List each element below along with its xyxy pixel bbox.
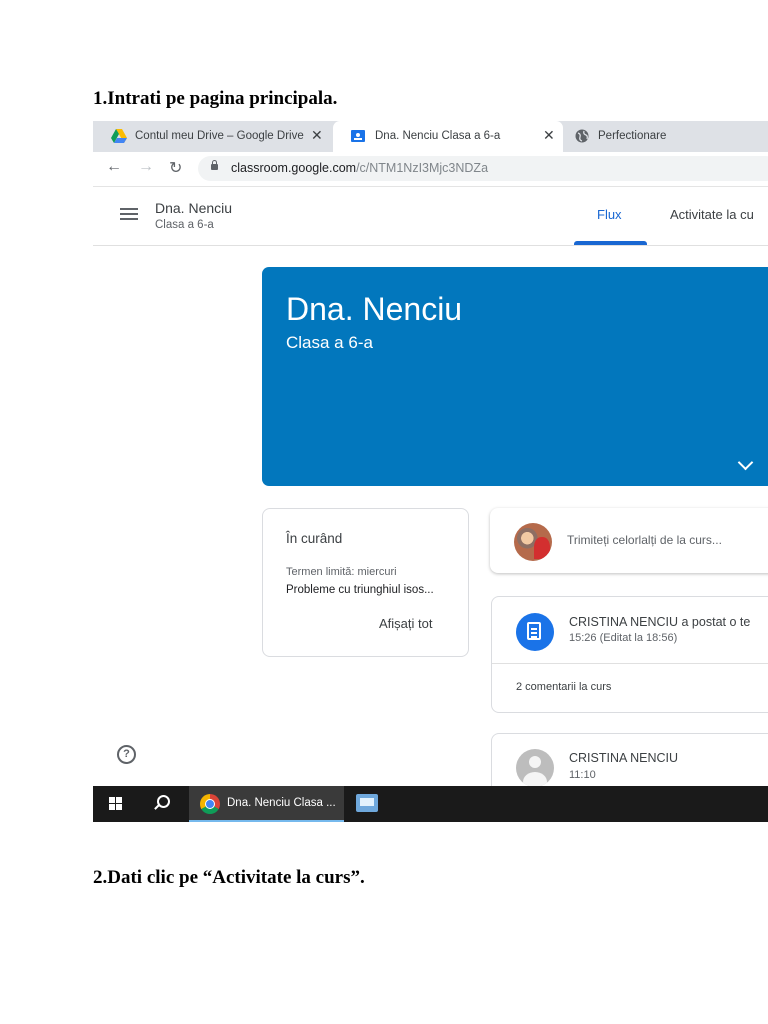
menu-icon[interactable] xyxy=(120,208,138,220)
step-1-heading: 1.Intrati pe pagina principala. xyxy=(93,88,338,109)
forward-arrow-icon[interactable]: → xyxy=(138,158,154,176)
search-icon[interactable] xyxy=(157,795,170,808)
windows-taskbar: Dna. Nenciu Clasa ... xyxy=(93,786,768,822)
globe-icon xyxy=(575,129,589,143)
browser-tab-strip: Contul meu Drive – Google Drive ✕ Dna. N… xyxy=(93,121,768,152)
banner-subtitle: Clasa a 6-a xyxy=(286,333,373,352)
share-box[interactable]: Trimiteți celorlalți de la curs... xyxy=(490,508,768,573)
tab-perfectionare[interactable]: Perfectionare xyxy=(563,121,768,152)
windows-start-icon[interactable] xyxy=(109,797,123,811)
avatar xyxy=(516,749,554,787)
upcoming-item[interactable]: Probleme cu triunghiul isos... xyxy=(286,584,434,596)
upcoming-card: În curând Termen limită: miercuri Proble… xyxy=(262,508,469,657)
tab-label: Dna. Nenciu Clasa a 6-a xyxy=(375,130,501,142)
upcoming-title: În curând xyxy=(286,531,343,546)
close-tab-icon[interactable]: ✕ xyxy=(543,127,555,144)
url-text: classroom.google.com/c/NTM1NzI3Mjc3NDZa xyxy=(231,161,489,175)
address-bar: ← → ↻ classroom.google.com/c/NTM1NzI3Mjc… xyxy=(93,152,768,187)
banner-title: Dna. Nenciu xyxy=(286,291,463,327)
tab-label: Contul meu Drive – Google Drive xyxy=(135,130,304,142)
class-title[interactable]: Dna. Nenciu xyxy=(155,200,232,216)
active-tab-indicator xyxy=(574,241,647,245)
taskbar-app-label: Dna. Nenciu Clasa ... xyxy=(227,797,336,809)
post-title[interactable]: CRISTINA NENCIU a postat o te xyxy=(569,615,750,629)
tab-activitate-la-curs[interactable]: Activitate la cu xyxy=(670,207,754,222)
post-comments-link[interactable]: 2 comentarii la curs xyxy=(516,681,611,693)
taskbar-chrome-app[interactable]: Dna. Nenciu Clasa ... xyxy=(189,786,344,822)
lock-icon xyxy=(211,160,218,170)
back-arrow-icon[interactable]: ← xyxy=(106,158,122,176)
remote-desktop-icon[interactable] xyxy=(356,794,378,812)
upcoming-due: Termen limită: miercuri xyxy=(286,566,397,578)
avatar xyxy=(514,523,552,561)
tab-google-drive[interactable]: Contul meu Drive – Google Drive ✕ xyxy=(93,121,333,152)
chrome-icon xyxy=(200,794,220,814)
help-icon[interactable]: ? xyxy=(117,745,136,764)
class-banner: Dna. Nenciu Clasa a 6-a xyxy=(262,267,768,486)
classroom-header: Dna. Nenciu Clasa a 6-a Flux Activitate … xyxy=(93,187,768,246)
tab-classroom[interactable]: Dna. Nenciu Clasa a 6-a ✕ xyxy=(333,121,563,152)
divider xyxy=(492,663,768,664)
post-timestamp: 15:26 (Editat la 18:56) xyxy=(569,632,678,644)
google-drive-icon xyxy=(111,129,127,143)
assignment-icon xyxy=(516,613,554,651)
tab-label: Perfectionare xyxy=(598,130,667,142)
post-timestamp: 11:10 xyxy=(569,769,596,781)
chevron-down-icon[interactable] xyxy=(737,454,754,471)
classroom-icon xyxy=(351,130,365,142)
close-tab-icon[interactable]: ✕ xyxy=(311,127,323,144)
post-author: CRISTINA NENCIU xyxy=(569,751,679,765)
step-2-heading: 2.Dati clic pe “Activitate la curs”. xyxy=(93,867,365,888)
share-placeholder: Trimiteți celorlalți de la curs... xyxy=(567,533,722,547)
url-field[interactable]: classroom.google.com/c/NTM1NzI3Mjc3NDZa xyxy=(198,156,768,181)
view-all-link[interactable]: Afișați tot xyxy=(379,616,432,631)
tab-flux[interactable]: Flux xyxy=(597,207,622,222)
stream-post[interactable]: CRISTINA NENCIU a postat o te 15:26 (Edi… xyxy=(491,596,768,713)
reload-icon[interactable]: ↻ xyxy=(169,158,182,178)
screenshot: Contul meu Drive – Google Drive ✕ Dna. N… xyxy=(93,121,768,822)
class-section: Clasa a 6-a xyxy=(155,219,214,231)
